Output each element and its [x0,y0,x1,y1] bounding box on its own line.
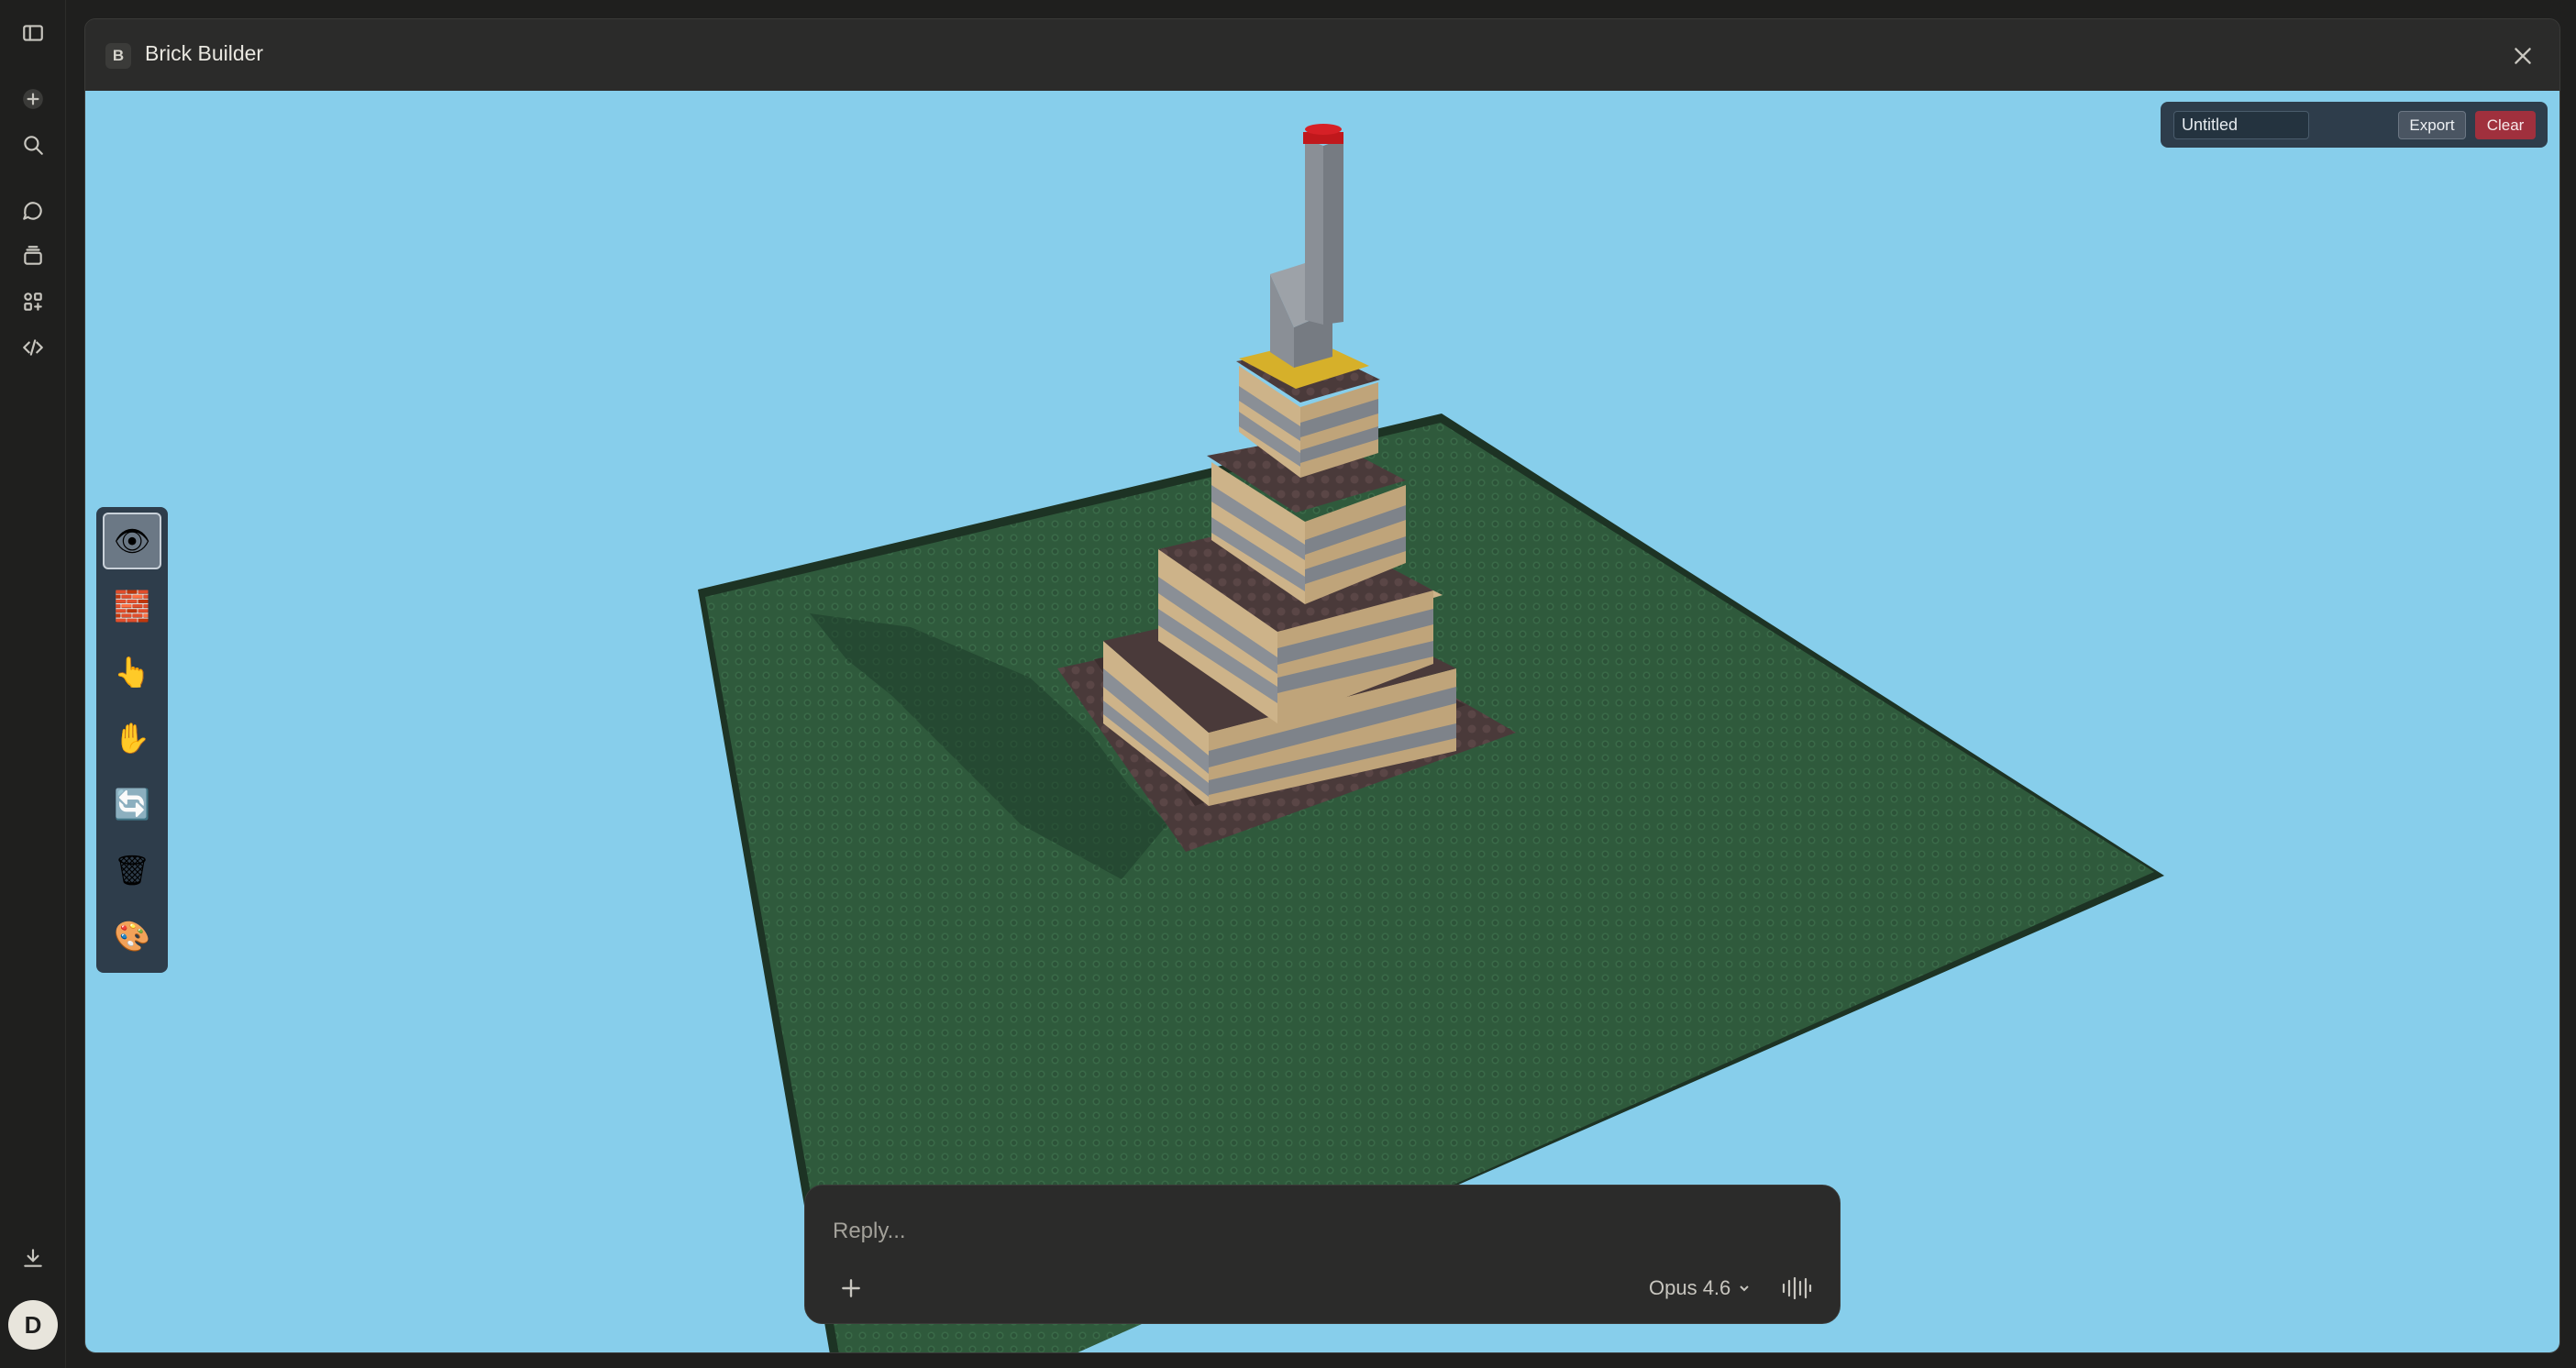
palette-icon: 🎨 [114,920,150,953]
add-attachment-icon[interactable] [833,1270,869,1307]
avatar[interactable]: D [8,1300,58,1350]
export-button[interactable]: Export [2398,111,2466,139]
projects-icon[interactable] [15,237,51,274]
rotate-tool-button[interactable]: 🔄 [103,776,161,833]
close-icon[interactable] [2506,39,2539,72]
window-header: B Brick Builder [85,19,2559,91]
model-selector[interactable]: Opus 4.6 [1649,1274,1751,1303]
artifact-badge: B [105,43,131,69]
delete-tool-button[interactable]: 🗑 [103,842,161,899]
reply-input[interactable] [833,1215,1658,1248]
chats-icon[interactable] [15,193,51,229]
brick-icon: 🧱 [114,590,150,623]
tower-spire[interactable] [1303,124,1343,325]
tool-palette: 👁 🧱 👆 ✋ 🔄 🗑 🎨 [96,507,168,973]
builder-toolbar: Export Clear [2161,102,2548,148]
build-tool-button[interactable]: 🧱 [103,578,161,634]
search-icon[interactable] [15,127,51,163]
rotate-icon: 🔄 [114,788,150,821]
voice-input-icon[interactable] [1779,1272,1814,1305]
code-icon[interactable] [15,329,51,366]
reply-composer: Opus 4.6 [804,1185,1841,1324]
download-icon[interactable] [15,1240,51,1276]
move-tool-button[interactable]: ✋ [103,710,161,767]
window-title: Brick Builder [145,41,264,65]
clear-button[interactable]: Clear [2475,111,2536,139]
3d-viewport[interactable]: Export Clear 👁 🧱 👆 ✋ 🔄 🗑 � [85,91,2560,1353]
paint-tool-button[interactable]: 🎨 [103,908,161,965]
artifact-window: B Brick Builder Untitled Export Clear 👁 … [84,18,2560,1353]
hand-icon: ✋ [114,722,150,755]
sidebar-toggle-icon[interactable] [15,15,51,51]
view-tool-button[interactable]: 👁 [103,513,161,569]
model-label: Opus 4.6 [1649,1276,1731,1299]
new-chat-icon[interactable] [15,81,51,117]
select-tool-button[interactable]: 👆 [103,644,161,701]
build-name-input[interactable] [2173,111,2309,139]
app-sidebar: D [0,0,66,1368]
artifacts-icon[interactable] [15,283,51,320]
brick-scene[interactable] [85,91,2560,1353]
chevron-down-icon [1740,1285,1749,1292]
pointing-hand-icon: 👆 [114,656,150,689]
eye-icon: 👁 [113,524,151,557]
trash-icon: 🗑 [113,854,151,887]
